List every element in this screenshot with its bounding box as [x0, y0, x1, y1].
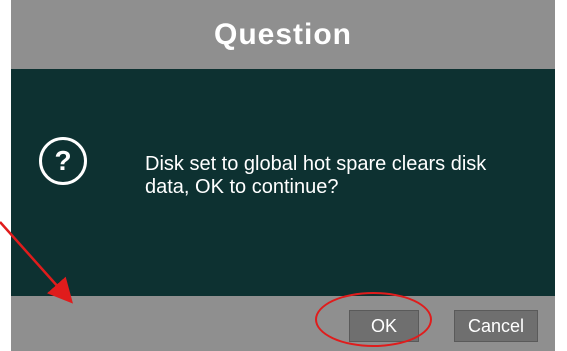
arrow-annotation	[0, 221, 74, 304]
